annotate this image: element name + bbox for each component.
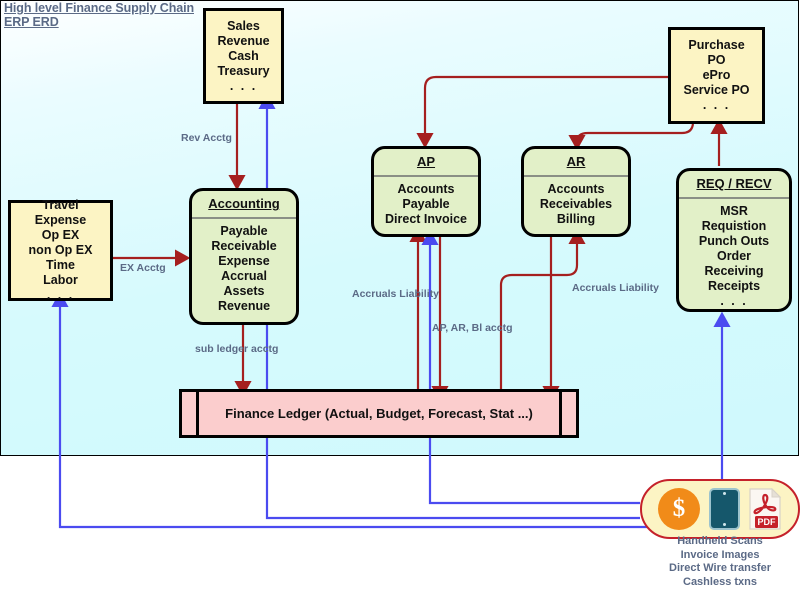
- module-ap-line-3: Direct Invoice: [374, 212, 478, 227]
- entity-sales-line-2: Revenue: [217, 34, 269, 49]
- entity-purchase[interactable]: Purchase PO ePro Service PO . . .: [668, 27, 765, 124]
- pdf-badge-label: PDF: [758, 517, 777, 527]
- module-req-recv-line-1: MSR: [679, 204, 789, 219]
- edge-label-ex-acctg: EX Acctg: [120, 262, 166, 274]
- module-req-recv-line-4: Order: [679, 249, 789, 264]
- finance-ledger[interactable]: Finance Ledger (Actual, Budget, Forecast…: [179, 389, 579, 438]
- edge-label-accruals-left-line2: Liability: [399, 288, 439, 300]
- module-accounting-line-5: Assets: [192, 284, 296, 299]
- module-req-recv-line-3: Punch Outs: [679, 234, 789, 249]
- entity-sales-line-4: Treasury: [217, 64, 269, 79]
- devices-group[interactable]: $ PDF: [640, 479, 800, 539]
- dollar-symbol: $: [673, 495, 686, 523]
- module-accounting[interactable]: Accounting Payable Receivable Expense Ac…: [189, 188, 299, 325]
- module-accounting-line-1: Payable: [192, 224, 296, 239]
- entity-sales-line-1: Sales: [227, 19, 260, 34]
- module-ar-line-4: . . .: [524, 227, 628, 237]
- edge-label-accruals-liability-left: Accruals Liability: [352, 288, 414, 300]
- module-req-recv-line-2: Requistion: [679, 219, 789, 234]
- wire-ledger-to-ar: [501, 237, 577, 390]
- wire-purchase-to-ar: [577, 122, 693, 142]
- entity-purchase-line-2: PO: [707, 53, 725, 68]
- tablet-device-icon: [709, 488, 740, 530]
- edge-label-accruals-left-line1: Accruals: [352, 288, 396, 300]
- module-accounting-body: Payable Receivable Expense Accrual Asset…: [192, 219, 296, 325]
- diagram-canvas: High level Finance Supply Chain ERP ERD …: [0, 0, 801, 588]
- dollar-coin-icon: $: [658, 488, 700, 530]
- module-req-recv-line-7: . . .: [679, 294, 789, 309]
- diagram-title: High level Finance Supply Chain ERP ERD: [4, 1, 334, 29]
- entity-travel-line-3: Op EX: [42, 228, 80, 243]
- diagram-title-line1: High level Finance Supply Chain: [4, 1, 334, 15]
- ledger-label: Finance Ledger (Actual, Budget, Forecast…: [199, 392, 559, 435]
- devices-caption-line-2: Invoice Images: [620, 549, 801, 563]
- module-ar-line-3: Billing: [524, 212, 628, 227]
- edge-label-sub-ledger-acctg: sub ledger acctg: [195, 343, 278, 355]
- devices-caption-line-4: Cashless txns: [620, 576, 801, 589]
- entity-sales-line-5: . . .: [230, 79, 257, 94]
- module-req-recv-line-6: Receipts: [679, 279, 789, 294]
- entity-travel-line-2: Expense: [35, 213, 86, 228]
- ledger-left-cap: [182, 392, 199, 435]
- edge-label-accruals-right-line2: Liability: [619, 282, 659, 294]
- edge-label-ap-ar-bl-acctg: AP, AR, Bl acctg: [432, 322, 513, 334]
- diagram-title-line2: ERP ERD: [4, 15, 334, 29]
- edge-label-rev-acctg: Rev Acctg: [181, 132, 232, 144]
- module-ap[interactable]: AP Accounts Payable Direct Invoice . . .: [371, 146, 481, 237]
- module-accounting-line-4: Accrual: [192, 269, 296, 284]
- devices-caption: Handheld Scans Invoice Images Direct Wir…: [620, 535, 801, 589]
- entity-travel-expense[interactable]: Travel Expense Op EX non Op EX Time Labo…: [8, 200, 113, 301]
- module-accounting-line-6: Revenue: [192, 299, 296, 314]
- entity-purchase-line-5: . . .: [703, 98, 730, 113]
- entity-travel-line-1: Travel: [42, 198, 78, 213]
- module-ap-line-1: Accounts: [374, 182, 478, 197]
- module-ar[interactable]: AR Accounts Receivables Billing . . .: [521, 146, 631, 237]
- module-req-recv[interactable]: REQ / RECV MSR Requistion Punch Outs Ord…: [676, 168, 792, 312]
- edge-label-accruals-right-line1: Accruals: [572, 282, 616, 294]
- edge-label-accruals-liability-right: Accruals Liability: [572, 282, 634, 294]
- entity-travel-line-6: Labor: [43, 273, 78, 288]
- wire-devices-to-ap: [430, 238, 640, 503]
- module-accounting-header: Accounting: [192, 191, 296, 219]
- module-ap-line-4: . . .: [374, 227, 478, 237]
- module-ar-line-1: Accounts: [524, 182, 628, 197]
- module-ap-line-2: Payable: [374, 197, 478, 212]
- entity-purchase-line-1: Purchase: [688, 38, 744, 53]
- module-accounting-line-7: . . .: [192, 314, 296, 325]
- module-req-recv-line-5: Receiving: [679, 264, 789, 279]
- entity-purchase-line-4: Service PO: [683, 83, 749, 98]
- entity-travel-line-4: non Op EX: [29, 243, 93, 258]
- module-req-recv-body: MSR Requistion Punch Outs Order Receivin…: [679, 199, 789, 309]
- module-req-recv-header: REQ / RECV: [679, 171, 789, 199]
- entity-travel-line-7: . . .: [47, 288, 74, 303]
- entity-purchase-line-3: ePro: [703, 68, 731, 83]
- module-ar-header: AR: [524, 149, 628, 177]
- module-accounting-line-3: Expense: [192, 254, 296, 269]
- entity-sales[interactable]: Sales Revenue Cash Treasury . . .: [203, 8, 284, 104]
- wire-purchase-to-ap: [425, 77, 668, 140]
- module-ar-body: Accounts Receivables Billing . . .: [524, 177, 628, 237]
- module-ap-header: AP: [374, 149, 478, 177]
- ledger-right-cap: [559, 392, 576, 435]
- module-ap-body: Accounts Payable Direct Invoice . . .: [374, 177, 478, 237]
- pdf-file-icon: PDF: [749, 488, 782, 530]
- devices-caption-line-3: Direct Wire transfer: [620, 562, 801, 576]
- entity-sales-line-3: Cash: [228, 49, 259, 64]
- entity-travel-line-5: Time: [46, 258, 75, 273]
- module-ar-line-2: Receivables: [524, 197, 628, 212]
- module-accounting-line-2: Receivable: [192, 239, 296, 254]
- devices-caption-line-1: Handheld Scans: [620, 535, 801, 549]
